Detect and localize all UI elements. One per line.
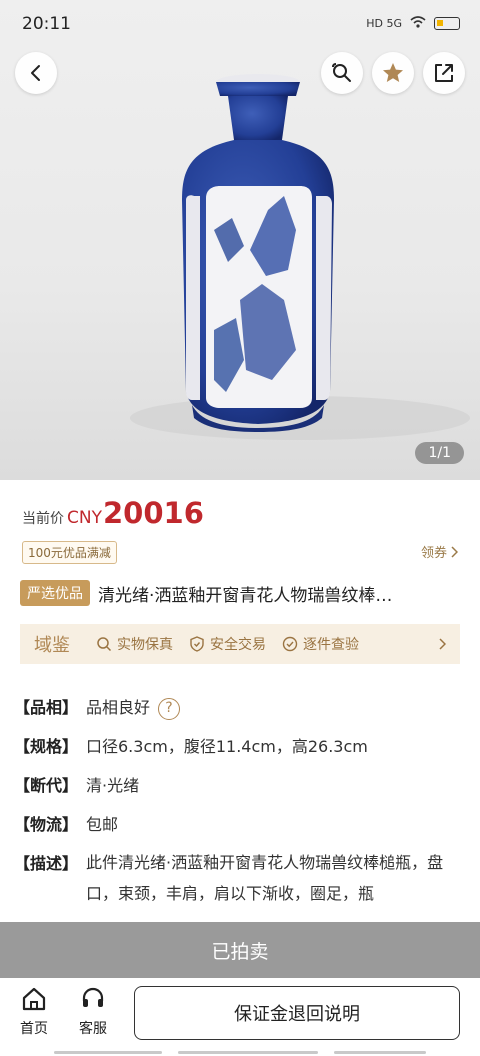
chevron-right-icon (439, 638, 446, 650)
spec-row-condition: 【品相】 品相良好? (14, 694, 466, 721)
spec-key: 【规格】 (14, 737, 79, 756)
guarantee-bar[interactable]: 域鉴 实物保真 安全交易 逐件查验 (20, 624, 460, 664)
share-icon (435, 64, 453, 82)
home-icon (22, 987, 46, 1011)
spec-row-shipping: 【物流】 包邮 (14, 811, 466, 838)
spec-value: 口径6.3cm，腹径11.4cm，高26.3cm (86, 737, 368, 756)
spec-key: 【品相】 (14, 698, 79, 717)
nav-handle (178, 1051, 318, 1054)
product-image-gallery[interactable]: 20:11 HD 5G 1/1 (0, 0, 480, 480)
battery-icon (434, 17, 460, 30)
status-bar: 20:11 HD 5G (0, 0, 480, 48)
star-icon (383, 63, 403, 82)
spec-list: 【品相】 品相良好? 【规格】 口径6.3cm，腹径11.4cm，高26.3cm… (14, 694, 466, 921)
get-coupon-label: 领券 (420, 546, 447, 561)
shield-icon (190, 636, 204, 652)
spec-row-size: 【规格】 口径6.3cm，腹径11.4cm，高26.3cm (14, 733, 466, 760)
price-value: 20016 (102, 496, 204, 530)
guarantee-item-label: 实物保真 (117, 637, 173, 653)
guarantee-item-secure: 安全交易 (189, 634, 266, 654)
status-time: 20:11 (22, 14, 71, 34)
image-search-icon (332, 63, 351, 82)
spec-value-text: 品相良好 (86, 698, 151, 717)
tab-customer-service[interactable]: 客服 (79, 986, 107, 1038)
nav-handle (54, 1051, 162, 1054)
image-search-button[interactable] (321, 52, 363, 94)
nav-handle (334, 1051, 426, 1054)
title-badge: 严选优品 (20, 580, 90, 606)
guarantee-item-label: 逐件查验 (303, 637, 359, 653)
spec-key: 【物流】 (14, 815, 79, 834)
status-icons: HD 5G (366, 16, 460, 31)
spec-key: 【描述】 (14, 854, 79, 873)
favorite-button[interactable] (372, 52, 414, 94)
deposit-refund-button[interactable]: 保证金退回说明 (134, 986, 460, 1040)
chevron-right-icon (451, 545, 458, 558)
spec-value: 包邮 (86, 815, 119, 834)
spec-row-period: 【断代】 清·光绪 (14, 772, 466, 799)
coupon-badge[interactable]: 100元优品满减 (22, 541, 117, 564)
help-icon[interactable]: ? (158, 697, 181, 720)
spec-value: 品相良好? (86, 694, 181, 721)
tab-home-label: 首页 (20, 1021, 48, 1037)
guarantee-item-authentic: 实物保真 (96, 634, 173, 654)
headset-icon (82, 987, 104, 1007)
price-currency: CNY (67, 508, 102, 528)
spec-row-description: 【描述】 此件清光绪·洒蓝釉开窗青花人物瑞兽纹棒槌瓶，盘口，束颈，丰肩，肩以下渐… (14, 850, 466, 909)
spec-value: 此件清光绪·洒蓝釉开窗青花人物瑞兽纹棒槌瓶，盘口，束颈，丰肩，肩以下渐收，圈足，… (86, 853, 444, 903)
spec-key: 【断代】 (14, 776, 79, 795)
wifi-icon (410, 16, 426, 31)
price-row: 当前价 CNY 20016 (22, 496, 204, 530)
check-circle-icon (282, 636, 298, 652)
sold-status-bar: 已拍卖 (0, 922, 480, 978)
product-title-row: 严选优品 清光绪·洒蓝釉开窗青花人物瑞兽纹棒… (20, 580, 465, 606)
chevron-left-icon (31, 65, 40, 81)
tab-service-label: 客服 (79, 1021, 107, 1037)
spec-value: 清·光绪 (86, 776, 140, 795)
tab-home[interactable]: 首页 (20, 986, 48, 1038)
price-label: 当前价 (22, 511, 64, 527)
image-page-indicator: 1/1 (415, 442, 464, 464)
guarantee-brand: 域鉴 (34, 635, 70, 656)
guarantee-item-inspect: 逐件查验 (282, 634, 359, 654)
network-label: HD 5G (366, 17, 402, 30)
product-title: 清光绪·洒蓝釉开窗青花人物瑞兽纹棒… (98, 585, 393, 606)
share-button[interactable] (423, 52, 465, 94)
search-icon (97, 637, 112, 652)
bottom-nav: 首页 客服 保证金退回说明 (0, 978, 480, 1056)
back-button[interactable] (15, 52, 57, 94)
guarantee-item-label: 安全交易 (210, 637, 266, 653)
get-coupon-link[interactable]: 领券 (421, 542, 458, 561)
